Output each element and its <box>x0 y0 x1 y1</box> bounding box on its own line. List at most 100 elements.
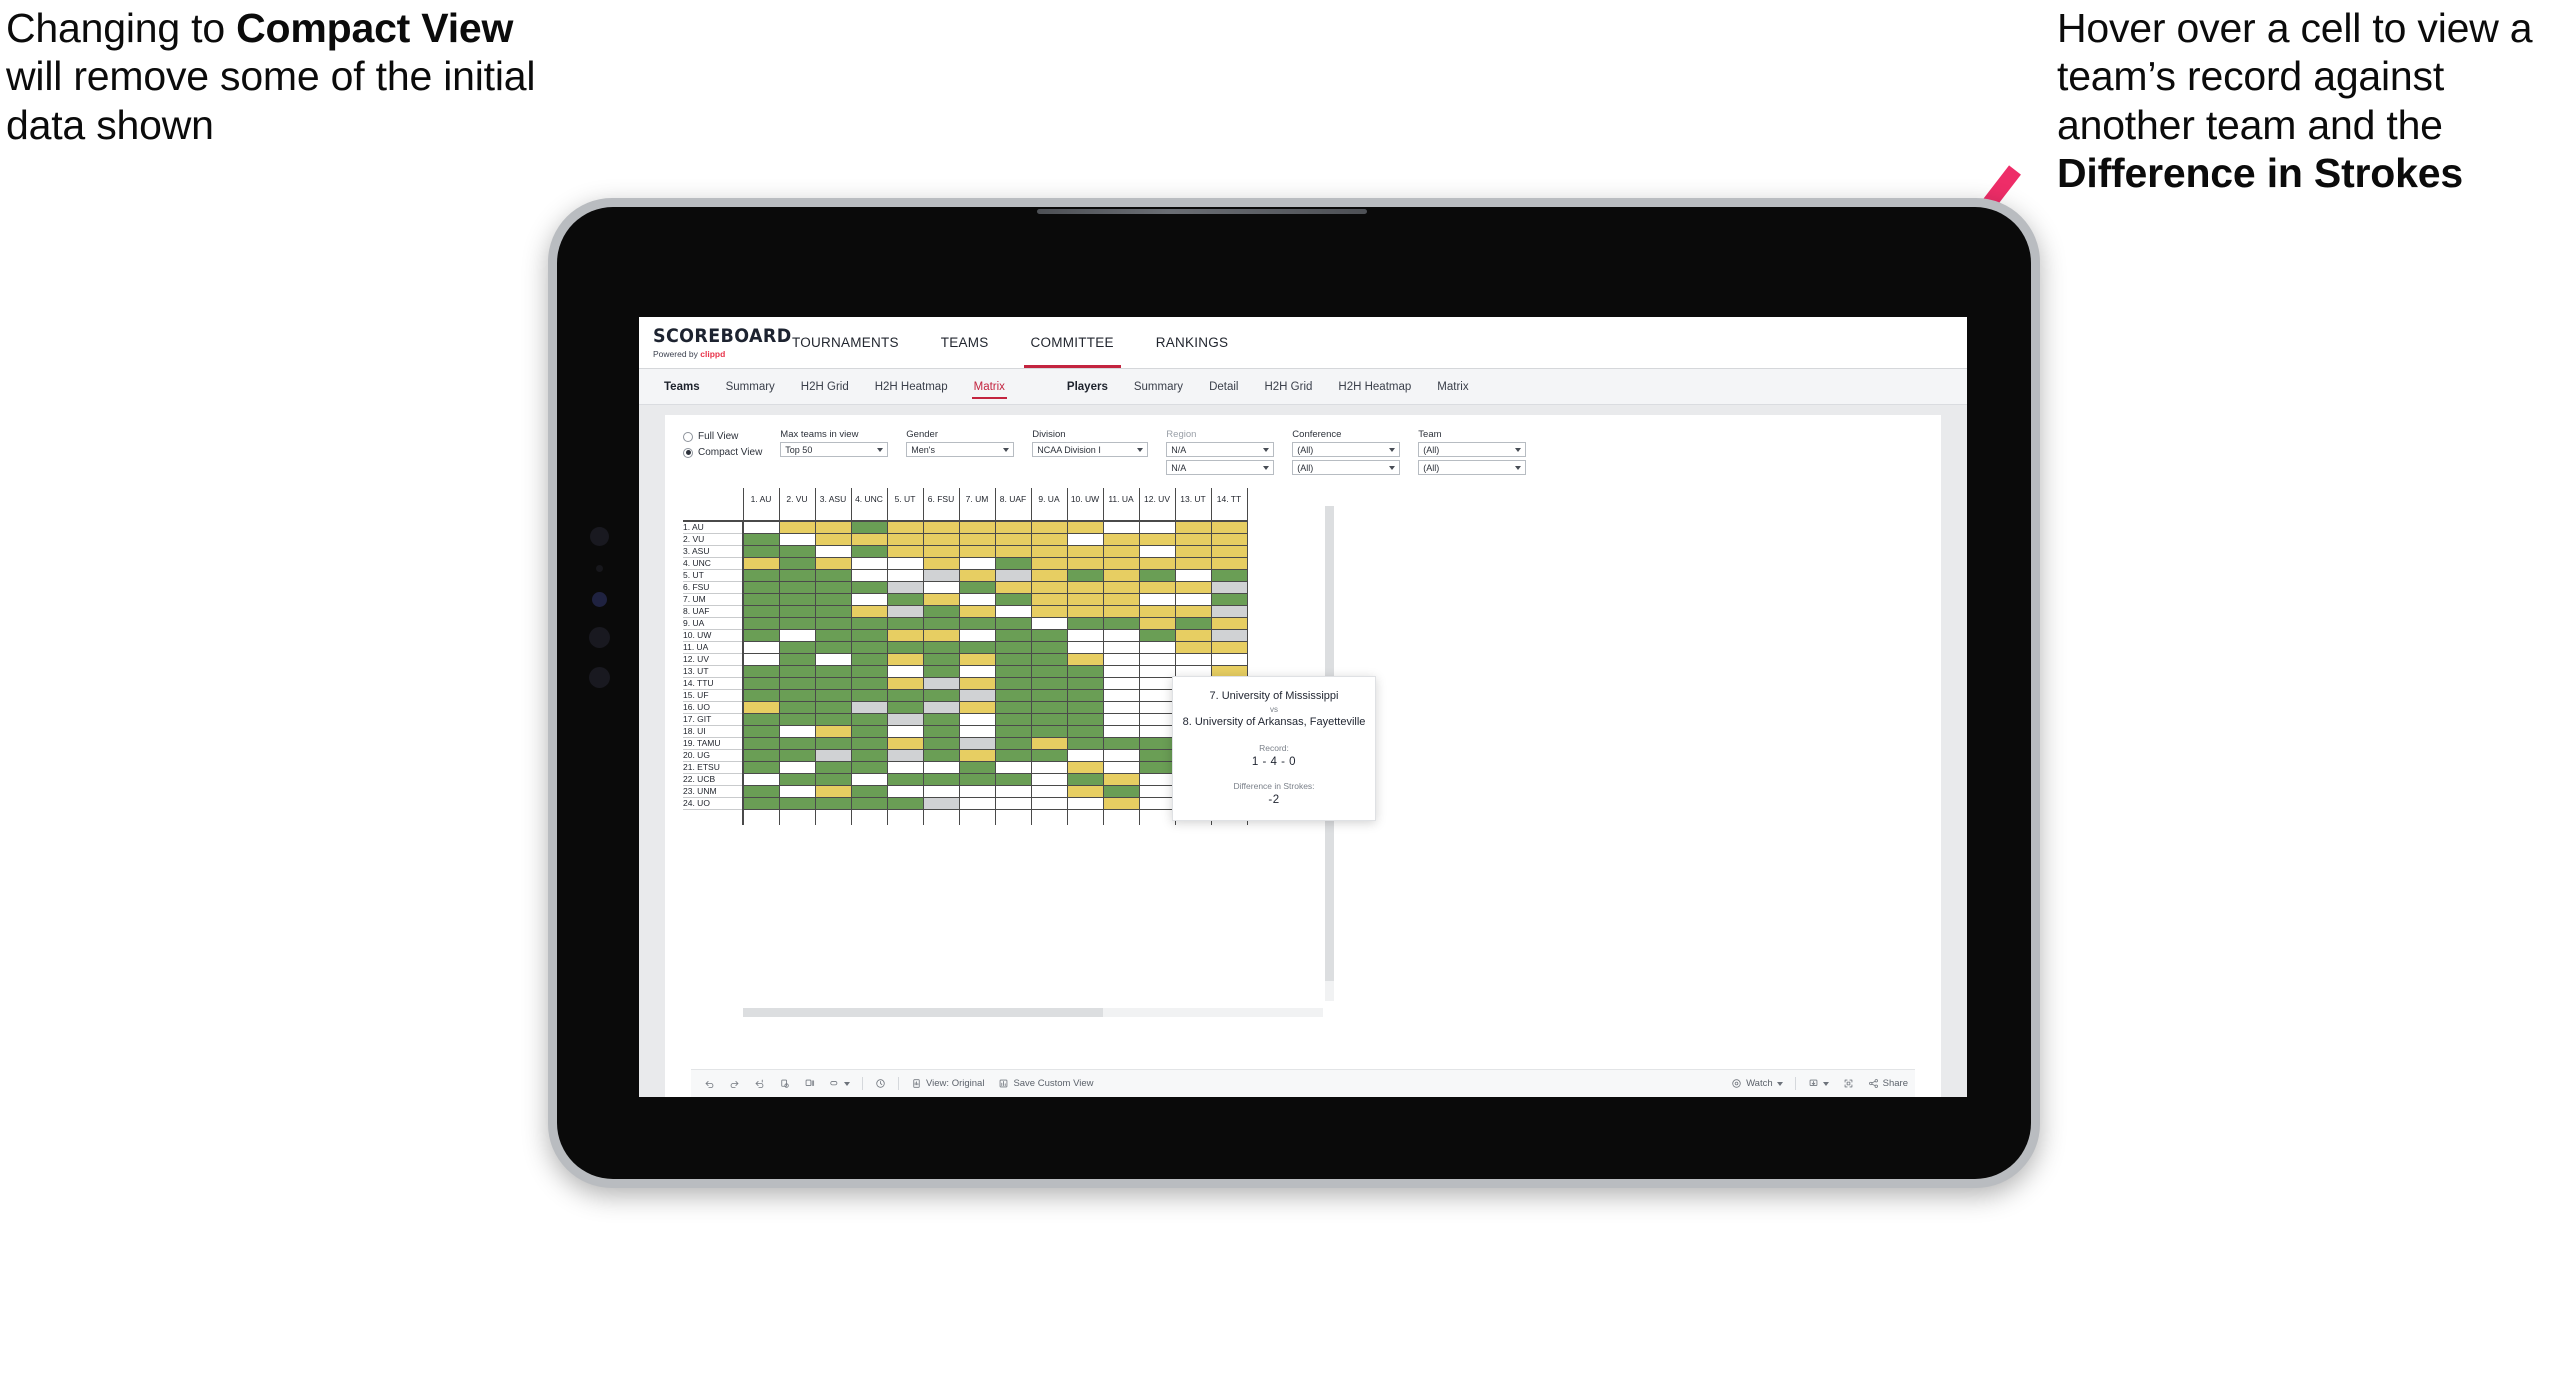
matrix-cell-yellow[interactable] <box>1210 556 1248 570</box>
matrix-cell-green[interactable] <box>814 616 852 630</box>
matrix-cell-yellow[interactable] <box>1174 532 1212 546</box>
matrix-cell-green[interactable] <box>850 640 888 654</box>
matrix-cell-yellow[interactable] <box>1030 736 1068 750</box>
matrix-cell-green[interactable] <box>814 604 852 618</box>
matrix-cell-green[interactable] <box>1102 736 1140 750</box>
matrix-cell-green[interactable] <box>742 760 780 774</box>
matrix-cell-yellow[interactable] <box>1066 544 1104 558</box>
matrix-cell-green[interactable] <box>742 748 780 762</box>
matrix-cell-green[interactable] <box>778 736 816 750</box>
matrix-cell-white[interactable] <box>1030 796 1068 810</box>
matrix-cell-green[interactable] <box>1102 616 1140 630</box>
gender-select[interactable]: Men's <box>906 442 1015 457</box>
matrix-cell-yellow[interactable] <box>850 532 888 546</box>
matrix-cell-green[interactable] <box>814 664 852 678</box>
matrix-cell-white[interactable] <box>1138 700 1176 714</box>
matrix-cell-green[interactable] <box>850 688 888 702</box>
matrix-cell-green[interactable] <box>1030 712 1068 726</box>
matrix-cell-white[interactable] <box>778 628 816 642</box>
matrix-cell-yellow[interactable] <box>1066 592 1104 606</box>
matrix-row-header[interactable]: 1. AU <box>683 521 744 534</box>
matrix-cell-green[interactable] <box>1066 724 1104 738</box>
matrix-cell-yellow[interactable] <box>1102 568 1140 582</box>
matrix-cell-green[interactable] <box>958 772 996 786</box>
matrix-cell-yellow[interactable] <box>994 532 1032 546</box>
matrix-cell-green[interactable] <box>814 688 852 702</box>
matrix-cell-green[interactable] <box>814 760 852 774</box>
matrix-cell-white[interactable] <box>1138 640 1176 654</box>
matrix-cell-green[interactable] <box>886 616 924 630</box>
matrix-cell-green[interactable] <box>994 676 1032 690</box>
matrix-cell-yellow[interactable] <box>1138 532 1176 546</box>
matrix-cell-green[interactable] <box>922 712 960 726</box>
matrix-cell-white[interactable] <box>1066 640 1104 654</box>
matrix-column-header[interactable]: 8. UAF <box>994 488 1032 510</box>
matrix-column-header[interactable]: 3. ASU <box>814 488 852 510</box>
matrix-cell-green[interactable] <box>814 568 852 582</box>
matrix-cell-yellow[interactable] <box>1066 604 1104 618</box>
matrix-row-header[interactable]: 23. UNM <box>683 785 744 798</box>
matrix-cell-white[interactable] <box>1102 688 1140 702</box>
matrix-cell-white[interactable] <box>958 784 996 798</box>
matrix-cell-grey[interactable] <box>1210 604 1248 618</box>
matrix-cell-yellow[interactable] <box>1102 772 1140 786</box>
matrix-cell-white[interactable] <box>1138 688 1176 702</box>
undo-icon[interactable] <box>697 1078 722 1089</box>
matrix-cell-green[interactable] <box>922 772 960 786</box>
matrix-row-header[interactable]: 3. ASU <box>683 545 744 558</box>
matrix-cell-green[interactable] <box>886 640 924 654</box>
matrix-row-header[interactable]: 16. UO <box>683 701 744 714</box>
top-nav-item-teams[interactable]: TEAMS <box>920 317 1010 368</box>
matrix-cell-white[interactable] <box>1102 676 1140 690</box>
matrix-cell-green[interactable] <box>742 796 780 810</box>
matrix-cell-green[interactable] <box>922 748 960 762</box>
matrix-cell-white[interactable] <box>886 724 924 738</box>
matrix-cell-yellow[interactable] <box>1066 520 1104 534</box>
matrix-cell-yellow[interactable] <box>922 532 960 546</box>
matrix-cell-yellow[interactable] <box>1066 784 1104 798</box>
matrix-cell-white[interactable] <box>1138 784 1176 798</box>
matrix-cell-yellow[interactable] <box>886 532 924 546</box>
conference-select-1[interactable]: (All) <box>1292 442 1401 457</box>
matrix-cell-white[interactable] <box>1030 616 1068 630</box>
matrix-cell-yellow[interactable] <box>958 748 996 762</box>
download-button[interactable] <box>1801 1078 1836 1089</box>
matrix-cell-green[interactable] <box>886 688 924 702</box>
matrix-cell-green[interactable] <box>814 712 852 726</box>
matrix-row-header[interactable]: 20. UG <box>683 749 744 762</box>
matrix-cell-grey[interactable] <box>994 568 1032 582</box>
matrix-cell-green[interactable] <box>1138 628 1176 642</box>
matrix-cell-white[interactable] <box>886 664 924 678</box>
matrix-cell-green[interactable] <box>1138 736 1176 750</box>
history-icon[interactable] <box>868 1078 893 1089</box>
matrix-cell-green[interactable] <box>850 712 888 726</box>
matrix-cell-yellow[interactable] <box>1030 568 1068 582</box>
matrix-cell-yellow[interactable] <box>886 736 924 750</box>
region-select-1[interactable]: N/A <box>1166 442 1275 457</box>
matrix-cell-yellow[interactable] <box>1174 520 1212 534</box>
matrix-cell-white[interactable] <box>850 772 888 786</box>
matrix-cell-white[interactable] <box>958 556 996 570</box>
matrix-cell-green[interactable] <box>1102 784 1140 798</box>
matrix-cell-green[interactable] <box>922 724 960 738</box>
matrix-cell-yellow[interactable] <box>1210 532 1248 546</box>
matrix-cell-yellow[interactable] <box>814 520 852 534</box>
matrix-cell-white[interactable] <box>886 784 924 798</box>
matrix-cell-grey[interactable] <box>850 700 888 714</box>
matrix-cell-yellow[interactable] <box>922 628 960 642</box>
matrix-cell-yellow[interactable] <box>922 520 960 534</box>
matrix-cell-green[interactable] <box>958 616 996 630</box>
matrix-cell-yellow[interactable] <box>814 532 852 546</box>
matrix-cell-grey[interactable] <box>886 748 924 762</box>
matrix-cell-green[interactable] <box>1030 640 1068 654</box>
matrix-cell-green[interactable] <box>1138 760 1176 774</box>
matrix-cell-green[interactable] <box>814 640 852 654</box>
sub-nav-item-h2h-heatmap[interactable]: H2H Heatmap <box>1325 369 1424 405</box>
matrix-cell-white[interactable] <box>994 784 1032 798</box>
matrix-cell-white[interactable] <box>1102 760 1140 774</box>
matrix-cell-yellow[interactable] <box>958 532 996 546</box>
top-nav-item-rankings[interactable]: RANKINGS <box>1135 317 1250 368</box>
matrix-cell-yellow[interactable] <box>1138 604 1176 618</box>
matrix-cell-green[interactable] <box>850 664 888 678</box>
sub-nav-item-matrix[interactable]: Matrix <box>961 369 1018 405</box>
